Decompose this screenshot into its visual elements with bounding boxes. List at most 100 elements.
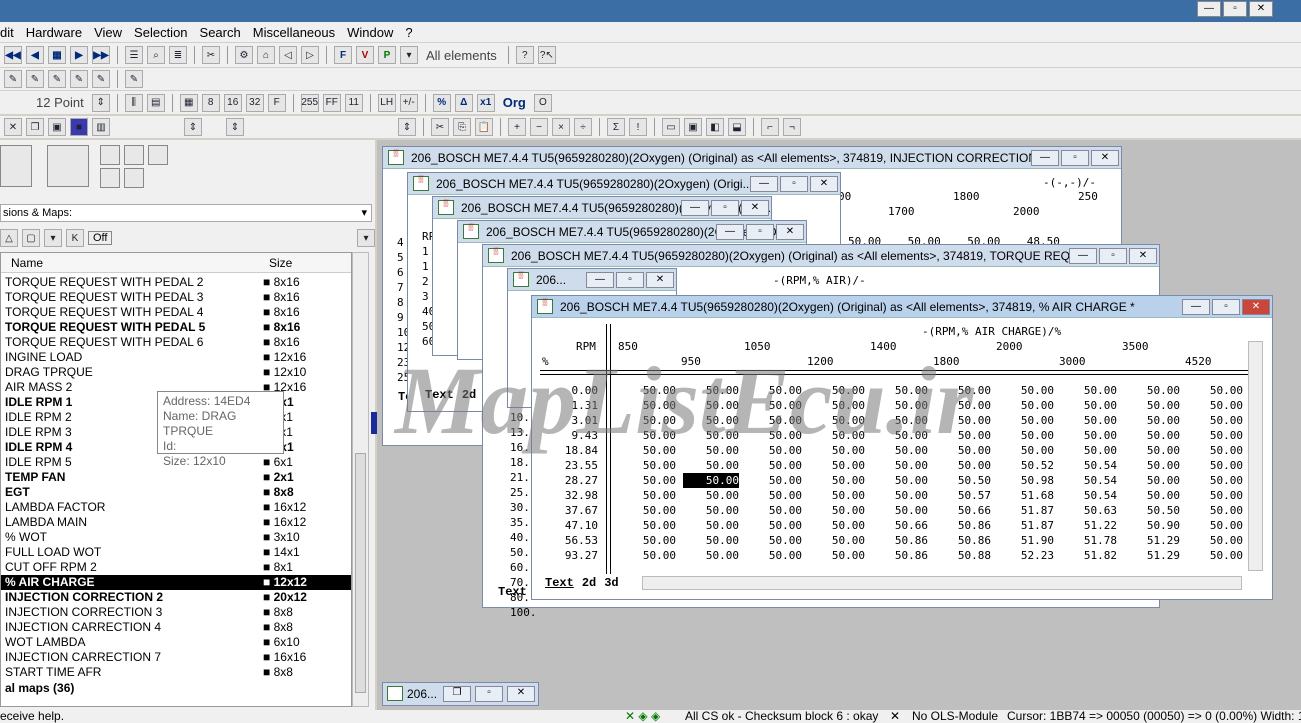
maximize-button[interactable]: ▫ [746, 224, 774, 240]
map-cell[interactable]: 50.00 [683, 473, 739, 488]
spin-icon[interactable]: ⇕ [91, 93, 110, 112]
help-icon[interactable]: ? [515, 46, 534, 64]
minimize-button[interactable]: — [1197, 1, 1221, 17]
map-cell[interactable]: 50.00 [1124, 488, 1180, 503]
map-cell[interactable]: 50.00 [998, 413, 1054, 428]
v-icon[interactable]: V [356, 46, 374, 64]
map-cell[interactable]: 50.90 [1124, 518, 1180, 533]
map-cell[interactable]: 50.00 [872, 473, 928, 488]
map-cell[interactable]: 51.22 [1061, 518, 1117, 533]
forward-icon[interactable]: ▷ [301, 46, 319, 64]
map-cell[interactable]: 51.68 [998, 488, 1054, 503]
map-cell[interactable]: 50.00 [746, 503, 802, 518]
list-item[interactable]: INJECTION CORRECTION 3 ■ 8x8 [1, 605, 351, 620]
percent-icon[interactable]: % [432, 93, 451, 112]
hex-icon[interactable]: FF [322, 93, 341, 112]
close-button[interactable]: ✕ [810, 176, 838, 192]
tool-f-icon[interactable]: ✎ [125, 70, 143, 88]
back-icon[interactable]: ◁ [279, 46, 297, 64]
map-cell[interactable]: 50.50 [935, 473, 991, 488]
f-icon[interactable]: F [334, 46, 352, 64]
map-cell[interactable]: 50.86 [935, 518, 991, 533]
menu-edit[interactable]: dit [0, 25, 26, 40]
map-cell[interactable]: 50.00 [1187, 413, 1243, 428]
map-cell[interactable]: 51.29 [1124, 548, 1180, 563]
restore-button[interactable]: ❐ [443, 686, 471, 702]
cross-icon[interactable]: ✕ [4, 118, 22, 136]
list-item[interactable]: TORQUE REQUEST WITH PEDAL 3 ■ 8x16 [1, 290, 351, 305]
menu-help[interactable]: ? [405, 25, 424, 40]
cut-icon[interactable]: ✂ [431, 118, 449, 136]
connect-icon[interactable]: ⚙ [235, 46, 253, 64]
map-cell[interactable]: 52.23 [998, 548, 1054, 563]
stack-icon[interactable]: ≣ [169, 46, 187, 64]
map-cell[interactable]: 50.00 [872, 503, 928, 518]
map-cell[interactable]: 50.00 [620, 548, 676, 563]
last-page-icon[interactable]: ▶▶ [92, 46, 110, 64]
panel-dropdown-icon[interactable]: ▾ [357, 229, 375, 247]
scroll-thumb[interactable] [355, 453, 366, 693]
list-item[interactable]: TORQUE REQUEST WITH PEDAL 5 ■ 8x16 [1, 320, 351, 335]
tab-3d[interactable]: 3d [601, 576, 621, 590]
dropdown-icon[interactable]: ▾ [400, 46, 418, 64]
select-a-icon[interactable]: ▣ [48, 118, 66, 136]
col-size[interactable]: Size [259, 253, 302, 272]
map-cell[interactable]: 51.29 [1124, 533, 1180, 548]
map-cell[interactable]: 50.00 [1187, 383, 1243, 398]
map-cell[interactable]: 50.00 [872, 488, 928, 503]
menu-miscellaneous[interactable]: Miscellaneous [253, 25, 347, 40]
map-cell[interactable]: 51.87 [998, 518, 1054, 533]
paste-icon[interactable]: 📋 [475, 118, 493, 136]
menu-window[interactable]: Window [347, 25, 405, 40]
map-cell[interactable]: 50.00 [683, 488, 739, 503]
close-button[interactable]: ✕ [507, 686, 535, 702]
map-cell[interactable]: 51.82 [1061, 548, 1117, 563]
lohi-icon[interactable]: LH [377, 93, 396, 112]
map-cell[interactable]: 50.00 [620, 533, 676, 548]
warn-icon[interactable]: ! [629, 118, 647, 136]
globe-icon[interactable] [148, 145, 168, 165]
select-b-icon[interactable]: ■ [70, 118, 88, 136]
32bit-icon[interactable]: 32 [245, 93, 264, 112]
map-cell[interactable]: 50.98 [998, 473, 1054, 488]
map-cell[interactable]: 50.63 [1061, 503, 1117, 518]
sign-icon[interactable]: +/- [399, 93, 418, 112]
dec-icon[interactable]: 255 [300, 93, 319, 112]
spin-c-icon[interactable]: ⇕ [398, 118, 416, 136]
filter-c-icon[interactable]: ▾ [44, 229, 62, 247]
map-cell[interactable]: 51.78 [1061, 533, 1117, 548]
export-icon[interactable] [100, 145, 120, 165]
select-c-icon[interactable]: ▥ [92, 118, 110, 136]
maximize-button[interactable]: ▫ [1061, 150, 1089, 166]
list-item[interactable]: INGINE LOAD ■ 12x16 [1, 350, 351, 365]
map-cell[interactable]: 51.87 [998, 503, 1054, 518]
delta-icon[interactable]: Δ [454, 93, 473, 112]
close-button[interactable]: ✕ [1249, 1, 1273, 17]
map-cell[interactable]: 50.00 [1124, 413, 1180, 428]
map-cell[interactable]: 50.66 [872, 518, 928, 533]
vertical-scrollbar[interactable] [1248, 341, 1263, 571]
p-icon[interactable]: P [378, 46, 396, 64]
map-cell[interactable]: 50.00 [1187, 473, 1243, 488]
list-item[interactable]: CUT OFF RPM 2 ■ 8x1 [1, 560, 351, 575]
list-item[interactable]: TORQUE REQUEST WITH PEDAL 2 ■ 8x16 [1, 275, 351, 290]
list-item[interactable]: FULL LOAD WOT ■ 14x1 [1, 545, 351, 560]
map-cell[interactable]: 50.00 [998, 398, 1054, 413]
map-cell[interactable]: 50.88 [935, 548, 991, 563]
map-cell[interactable]: 50.00 [998, 443, 1054, 458]
close-button[interactable]: ✕ [741, 200, 769, 216]
org-button[interactable]: Org [499, 95, 530, 110]
first-page-icon[interactable]: ◀◀ [4, 46, 22, 64]
bars-icon[interactable]: ⫼ [124, 93, 143, 112]
map-cell[interactable]: 50.00 [1187, 458, 1243, 473]
layout-a-icon[interactable]: ▭ [662, 118, 680, 136]
map-cell[interactable]: 50.00 [1061, 443, 1117, 458]
list-item[interactable]: % AIR CHARGE ■ 12x12 [1, 575, 351, 590]
list-item[interactable]: EGT ■ 8x8 [1, 485, 351, 500]
map-cell[interactable]: 50.00 [1187, 533, 1243, 548]
close-button[interactable]: ✕ [776, 224, 804, 240]
import-icon[interactable] [100, 168, 120, 188]
tool-d-icon[interactable]: ✎ [70, 70, 88, 88]
map-cell[interactable]: 50.00 [683, 533, 739, 548]
minimize-button[interactable]: — [716, 224, 744, 240]
